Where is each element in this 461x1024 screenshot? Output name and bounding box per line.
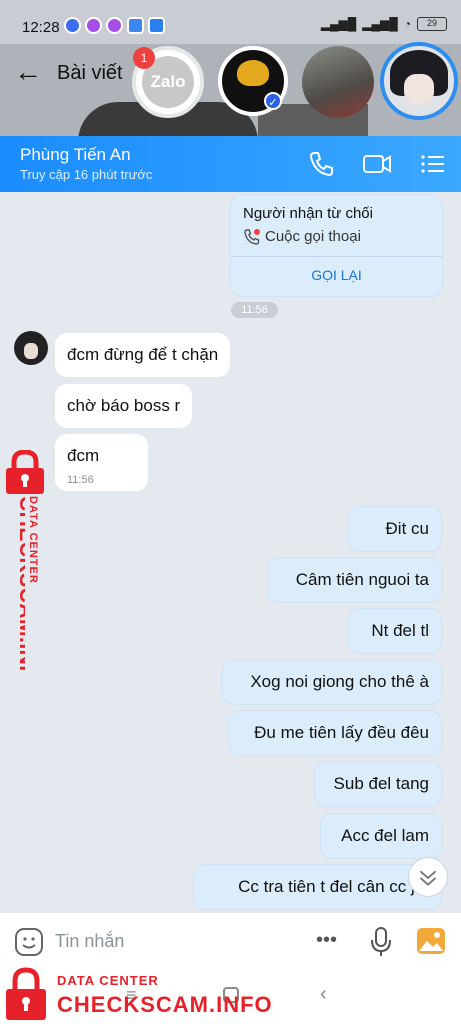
contact-avatar[interactable]	[14, 331, 48, 365]
outgoing-message[interactable]: Xog noi giong cho thê à	[222, 659, 442, 705]
message-notification-icon	[127, 17, 144, 34]
wifi-icon: ◔	[403, 17, 411, 31]
watermark-lock-icon	[6, 450, 44, 494]
chat-head-avatar[interactable]	[302, 46, 374, 118]
watermark-side-text: CHECKSCAM.INFO	[15, 496, 25, 672]
status-bar: 12:28 ▂▄▆█ ▂▄▆█ ◔ 29	[0, 0, 461, 44]
outgoing-message[interactable]: Cc tra tiên t đel cân cc j h	[193, 864, 442, 910]
back-nav-icon[interactable]: ‹	[320, 983, 327, 1006]
message-input[interactable]: Tin nhắn	[55, 931, 124, 952]
verified-check-icon: ✓	[264, 92, 282, 110]
more-options-icon[interactable]: •••	[316, 929, 337, 952]
image-gallery-icon[interactable]	[416, 927, 446, 955]
sticker-emoji-icon[interactable]	[14, 927, 44, 957]
phone-call-icon[interactable]	[305, 148, 337, 180]
message-input-bar: Tin nhắn •••	[0, 912, 461, 970]
signal-icon: ▂▄▆█	[362, 17, 398, 31]
contact-name[interactable]: Phùng Tiến An	[20, 145, 131, 165]
zalo-notification-icon	[64, 17, 81, 34]
video-call-icon[interactable]	[361, 148, 393, 180]
outgoing-message[interactable]: Sub đel tang	[314, 761, 442, 807]
contact-status: Truy cập 16 phút trước	[20, 167, 153, 182]
outgoing-message[interactable]: Acc đel lam	[320, 813, 442, 859]
outgoing-message[interactable]: Nt đel tl	[348, 608, 442, 654]
outgoing-message[interactable]: Đu me tiên lấy đều đêu	[228, 710, 442, 756]
zalo-app-notification-icon	[148, 17, 165, 34]
incoming-message-text: đcm	[67, 446, 100, 465]
outgoing-message[interactable]: Đit cu	[348, 506, 442, 552]
incoming-message[interactable]: chờ báo boss r	[55, 384, 193, 428]
status-time: 12:28	[22, 19, 60, 36]
missed-call-icon	[244, 229, 260, 245]
watermark-side-subtext: DATA CENTER	[27, 496, 39, 584]
back-arrow-icon[interactable]: ←	[14, 56, 42, 88]
unread-badge: 1	[133, 47, 155, 69]
outgoing-message[interactable]: Câm tiên nguoi ta	[267, 557, 442, 603]
messenger-notification-icon	[85, 17, 102, 34]
microphone-icon[interactable]	[369, 926, 393, 958]
call-back-button[interactable]: GỌI LẠI	[231, 267, 442, 283]
message-time-pill: 11:56	[231, 302, 278, 318]
chat-header: Phùng Tiến An Truy cập 16 phút trước	[0, 136, 461, 192]
incoming-message[interactable]: đcm đừng để t chặn	[55, 333, 231, 377]
call-card-title: Người nhận từ chối	[243, 205, 373, 222]
incoming-message-time: 11:56	[67, 474, 94, 486]
declined-call-card: Người nhận từ chối Cuộc gọi thoại GỌI LẠ…	[230, 194, 443, 297]
watermark-text: CHECKSCAM.INFO	[57, 992, 273, 1017]
notification-icons	[64, 17, 165, 34]
messenger-notification-icon	[106, 17, 123, 34]
watermark-text: DATA CENTER	[57, 973, 159, 988]
scroll-to-bottom-icon[interactable]	[408, 857, 448, 897]
menu-list-icon[interactable]	[417, 148, 449, 180]
battery-icon: 29	[417, 17, 447, 31]
signal-icon: ▂▄▆█	[320, 17, 357, 31]
background-page-title: Bài viết	[57, 62, 123, 84]
active-chat-head-avatar[interactable]	[380, 42, 458, 120]
svg-text:DATA CENTER: DATA CENTER	[27, 496, 39, 584]
watermark-lock-icon	[6, 967, 46, 1020]
call-card-subtitle: Cuộc gọi thoại	[265, 228, 361, 245]
divider	[231, 256, 442, 257]
svg-text:CHECKSCAM.INFO: CHECKSCAM.INFO	[15, 496, 25, 672]
